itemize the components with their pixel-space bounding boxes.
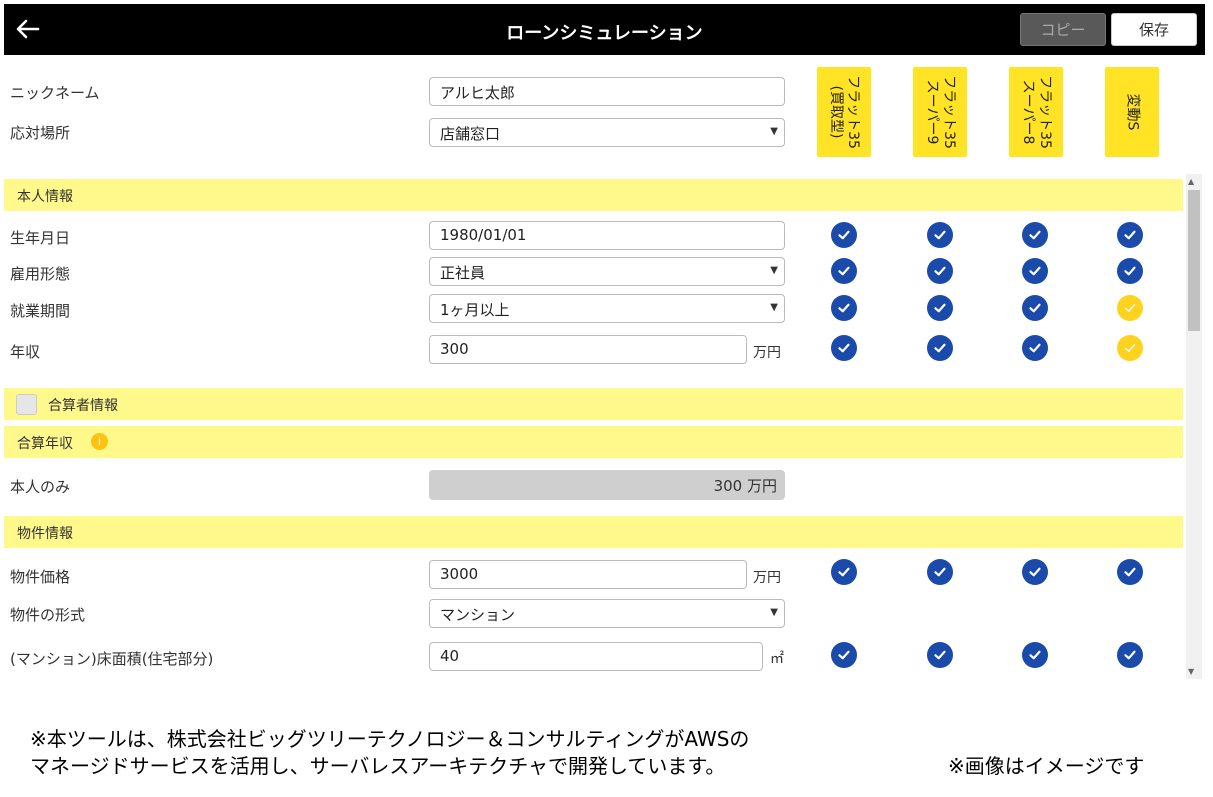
location-value: 店舗窓口 <box>440 125 501 143</box>
plan-subname: スーパー9 <box>924 79 940 145</box>
section-title: 合算年収 <box>17 436 73 452</box>
check-icon <box>1022 258 1048 284</box>
plan-subname: (買取型) <box>828 85 844 139</box>
location-select[interactable]: 店舗窓口 <box>429 118 785 147</box>
check-icon <box>1117 222 1143 248</box>
plan-name: 変動S <box>1124 93 1141 131</box>
birthdate-input[interactable]: 1980/01/01 <box>429 221 785 250</box>
check-icon <box>831 335 857 361</box>
scroll-up-icon[interactable]: ▲ <box>1188 177 1194 186</box>
tenure-value: 1ヶ月以上 <box>440 301 510 319</box>
price-input[interactable]: 3000 <box>429 560 747 589</box>
footnote-line: マネージドサービスを活用し、サーバレスアーキテクチャで開発しています。 <box>30 754 726 778</box>
birthdate-label: 生年月日 <box>10 229 71 247</box>
check-icon <box>1022 642 1048 668</box>
footnote-line: ※本ツールは、株式会社ビッグツリーテクノロジー＆コンサルティングがAWSの <box>30 727 750 751</box>
combined-label: 本人のみ <box>10 478 71 496</box>
check-icon <box>927 335 953 361</box>
check-icon <box>1022 335 1048 361</box>
check-icon <box>1117 559 1143 585</box>
check-icon <box>1022 559 1048 585</box>
image-disclaimer: ※画像はイメージです <box>948 754 1145 778</box>
check-icon <box>1022 222 1048 248</box>
location-label: 応対場所 <box>10 124 71 142</box>
scrollbar-thumb[interactable] <box>1188 190 1200 331</box>
employment-select[interactable]: 正社員 <box>429 257 785 286</box>
section-property: 物件情報 <box>4 516 1183 548</box>
area-unit: ㎡ <box>770 651 784 667</box>
co-applicant-checkbox[interactable] <box>16 394 37 415</box>
property-type-label: 物件の形式 <box>10 606 86 624</box>
plan-name: フラット35 <box>941 75 957 149</box>
check-icon <box>927 295 953 321</box>
check-icon <box>1117 642 1143 668</box>
area-label: (マンション)床面積(住宅部分) <box>10 650 214 668</box>
section-title: 本人情報 <box>17 189 73 205</box>
plan-name: フラット35 <box>845 75 861 149</box>
plan-header-flat35-super8: フラット35 スーパー8 <box>1009 67 1063 157</box>
employment-value: 正社員 <box>440 264 486 282</box>
check-icon <box>831 222 857 248</box>
combined-income-value: 300 万円 <box>429 470 785 500</box>
plan-header-flat35: フラット35 (買取型) <box>817 67 871 157</box>
check-icon <box>831 642 857 668</box>
plan-header-flat35-super9: フラット35 スーパー9 <box>913 67 967 157</box>
plan-name: フラット35 <box>1037 75 1053 149</box>
footnote: ※本ツールは、株式会社ビッグツリーテクノロジー＆コンサルティングがAWSの マネ… <box>30 726 749 780</box>
check-icon <box>1117 335 1143 361</box>
check-icon <box>831 295 857 321</box>
section-title: 物件情報 <box>17 526 73 542</box>
property-type-select[interactable]: マンション <box>429 599 785 628</box>
income-unit: 万円 <box>753 345 781 361</box>
check-icon <box>1022 295 1048 321</box>
section-title: 合算者情報 <box>48 398 118 414</box>
income-label: 年収 <box>10 343 41 361</box>
nickname-input[interactable]: アルヒ太郎 <box>429 77 785 106</box>
copy-button[interactable]: コピー <box>1020 13 1106 46</box>
tenure-label: 就業期間 <box>10 302 71 320</box>
info-icon[interactable]: i <box>91 433 108 450</box>
check-icon <box>1117 258 1143 284</box>
price-label: 物件価格 <box>10 568 71 586</box>
check-icon <box>927 222 953 248</box>
section-co-applicant: 合算者情報 <box>4 388 1183 420</box>
area-input[interactable]: 40 <box>429 642 763 671</box>
property-type-value: マンション <box>440 606 516 624</box>
check-icon <box>927 258 953 284</box>
scroll-down-icon[interactable]: ▼ <box>1188 667 1194 676</box>
price-unit: 万円 <box>753 570 781 586</box>
check-icon <box>831 258 857 284</box>
check-icon <box>927 642 953 668</box>
app-header: ローンシミュレーション コピー 保存 <box>4 4 1205 55</box>
section-personal: 本人情報 <box>4 179 1183 211</box>
plan-header-variable-s: 変動S <box>1105 67 1159 157</box>
section-combined-income: 合算年収 i <box>4 426 1183 458</box>
tenure-select[interactable]: 1ヶ月以上 <box>429 294 785 323</box>
nickname-label: ニックネーム <box>10 84 100 102</box>
plan-subname: スーパー8 <box>1020 79 1036 145</box>
check-icon <box>831 559 857 585</box>
income-input[interactable]: 300 <box>429 335 747 364</box>
check-icon <box>1117 295 1143 321</box>
check-icon <box>927 559 953 585</box>
employment-label: 雇用形態 <box>10 265 71 283</box>
save-button[interactable]: 保存 <box>1111 13 1197 46</box>
